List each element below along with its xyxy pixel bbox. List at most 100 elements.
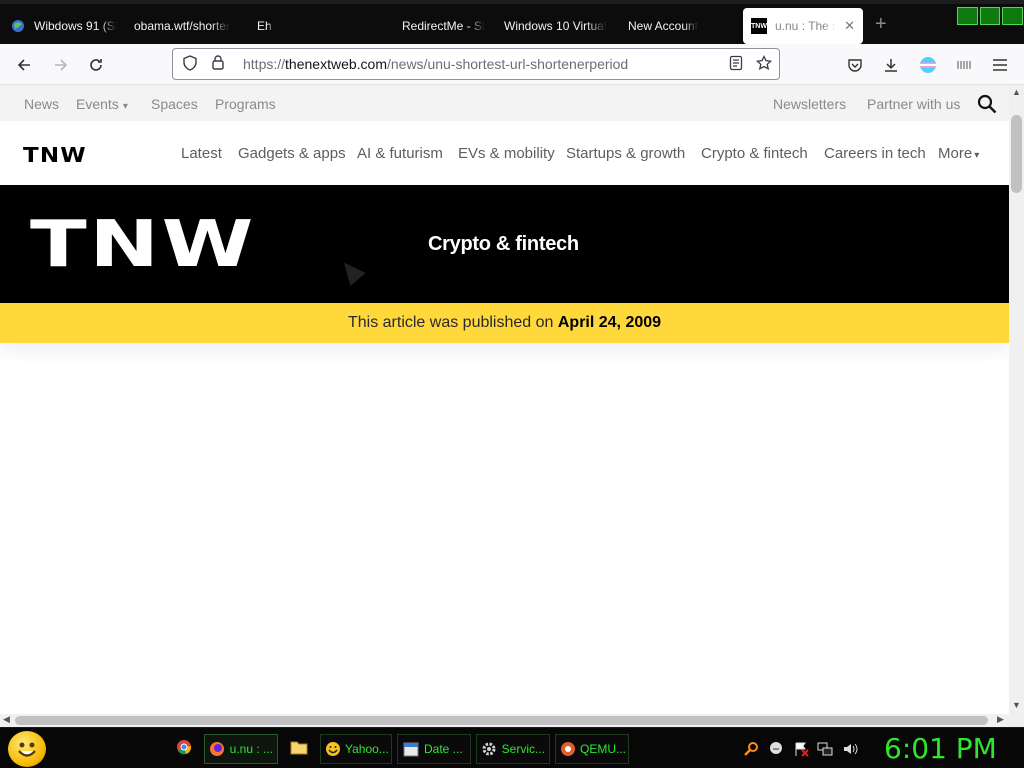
tab-wibdows[interactable]: Wibdows 91 (Sl [10,8,122,44]
url-path: /news/unu-shortest-url-shortenerperiod [386,56,629,72]
taskbar-item-yahoo[interactable]: Yahoo... [320,734,392,764]
main-nav: TNW Latest Gadgets & apps AI & futurism … [0,121,1009,185]
forward-arrow-icon[interactable] [48,52,74,78]
util-nav-news[interactable]: News [24,96,59,112]
scroll-left-arrow-icon[interactable]: ◀ [3,714,10,725]
globe-icon [10,18,26,34]
taskbar-clock[interactable]: 6:01 PM [884,732,997,765]
tnw-favicon: TNW [751,18,767,34]
close-icon[interactable]: ✕ [844,18,855,34]
vertical-scrollbar[interactable]: ▲ ▼ [1009,85,1024,714]
banner-date: April 24, 2009 [557,314,662,331]
chrome-icon[interactable] [176,739,192,758]
nav-latest[interactable]: Latest [181,145,222,162]
chevron-down-icon: ▾ [974,150,980,161]
smiley-icon [325,740,341,758]
nav-gadgets[interactable]: Gadgets & apps [238,145,346,162]
network-tray-icon[interactable] [817,741,833,760]
util-nav-events-label: Events [76,96,119,112]
tab-title: Eh [257,19,272,33]
util-nav-programs[interactable]: Programs [215,96,276,112]
search-icon[interactable] [977,94,997,114]
vertical-scroll-thumb[interactable] [1011,115,1022,193]
util-nav-newsletters[interactable]: Newsletters [773,96,846,112]
close-window-button[interactable] [1002,7,1024,25]
start-smiley-icon[interactable] [8,731,46,767]
taskbar-item-services[interactable]: Servic... [476,734,550,764]
tab-title: Wibdows 91 (Sl [34,19,118,33]
scroll-down-arrow-icon[interactable]: ▼ [1012,700,1021,710]
horizontal-scrollbar[interactable]: ◀ ▶ [0,714,1024,727]
tab-strip: Wibdows 91 (Sl obama.wtf/shorter Eh Redi… [0,0,1024,44]
new-tab-plus-icon[interactable]: + [875,14,887,34]
gear-icon [481,740,498,758]
reader-view-icon[interactable] [726,55,746,74]
page-viewport: News Events ▾ Spaces Programs Newsletters… [0,85,1009,714]
window-controls[interactable] [957,7,1024,25]
nav-crypto[interactable]: Crypto & fintech [701,145,808,162]
taskbar-item-date[interactable]: Date ... [397,734,471,764]
tab-eh[interactable]: Eh [257,8,287,44]
scroll-right-arrow-icon[interactable]: ▶ [997,714,1004,725]
nav-more-label: More [938,145,973,162]
nav-evs[interactable]: EVs & mobility [458,145,555,162]
calendar-icon [402,740,420,758]
tab-title: u.nu : The st [775,19,837,33]
taskbar-item-firefox[interactable]: u.nu : ... [204,734,278,764]
nav-more[interactable]: More ▾ [938,145,979,162]
utility-nav: News Events ▾ Spaces Programs Newsletters… [0,85,1009,121]
extension-icon[interactable] [951,52,977,78]
taskbar: u.nu : ... Yahoo... Date ... Servic... Q… [0,727,1024,768]
scroll-up-arrow-icon[interactable]: ▲ [1012,87,1021,97]
util-nav-events[interactable]: Events ▾ [76,96,128,112]
tab-windows10[interactable]: Windows 10 Virtual [504,8,608,44]
chevron-down-icon: ▾ [122,101,128,112]
shield-icon[interactable] [179,54,201,74]
taskbar-item-qemu[interactable]: QEMU... [555,734,629,764]
tab-redirectme[interactable]: RedirectMe - Sl [402,8,486,44]
tab-title: New Account [628,19,699,33]
flag-tray-icon[interactable] [793,741,809,760]
util-nav-spaces[interactable]: Spaces [151,96,198,112]
qemu-icon [560,740,576,758]
search-tray-icon[interactable] [744,741,760,760]
hamburger-menu-icon[interactable] [987,52,1013,78]
tab-new-account[interactable]: New Account [628,8,718,44]
speaker-volume-icon[interactable] [842,741,858,760]
hero-category-title[interactable]: Crypto & fintech [428,233,579,256]
nav-startups[interactable]: Startups & growth [566,145,685,162]
tab-obama-wtf[interactable]: obama.wtf/shorter [134,8,234,44]
banner-prefix: This article was published on [347,314,558,331]
pocket-icon[interactable] [842,52,868,78]
horizontal-scroll-thumb[interactable] [15,716,988,725]
taskbar-item-label: Date ... [424,742,463,756]
tab-title: RedirectMe - Sl [402,19,485,33]
category-hero: TNW Crypto & fintech [0,185,1009,303]
tab-title: obama.wtf/shorter [134,19,231,33]
reload-icon[interactable] [83,52,109,78]
maximize-button[interactable] [979,7,1001,25]
taskbar-item-label: Servic... [501,742,545,756]
firefox-icon [209,740,226,758]
taskbar-item-label: Yahoo... [345,742,389,756]
address-bar[interactable]: https://thenextweb.com/news/unu-shortest… [172,48,780,80]
tab-unu-active[interactable]: TNW u.nu : The st ✕ [743,8,863,44]
folder-icon[interactable] [290,739,308,758]
account-avatar-icon[interactable] [915,52,941,78]
published-date-banner: This article was published on April 24, … [0,303,1009,343]
util-nav-partner[interactable]: Partner with us [867,96,960,112]
messenger-tray-icon[interactable] [769,741,783,758]
back-arrow-icon[interactable] [11,52,37,78]
taskbar-item-label: u.nu : ... [229,742,273,756]
download-icon[interactable] [878,52,904,78]
url-domain: thenextweb.com [285,56,387,72]
star-bookmark-icon[interactable] [754,54,774,74]
url-text[interactable]: https://thenextweb.com/news/unu-shortest… [243,56,628,72]
nav-careers[interactable]: Careers in tech [824,145,926,162]
tnw-logo[interactable]: TNW [23,143,87,167]
tab-title: Windows 10 Virtual [504,19,607,33]
minimize-button[interactable] [957,7,978,25]
hero-tnw-logo: TNW [30,208,256,282]
nav-ai[interactable]: AI & futurism [357,145,443,162]
lock-icon[interactable] [207,55,229,73]
